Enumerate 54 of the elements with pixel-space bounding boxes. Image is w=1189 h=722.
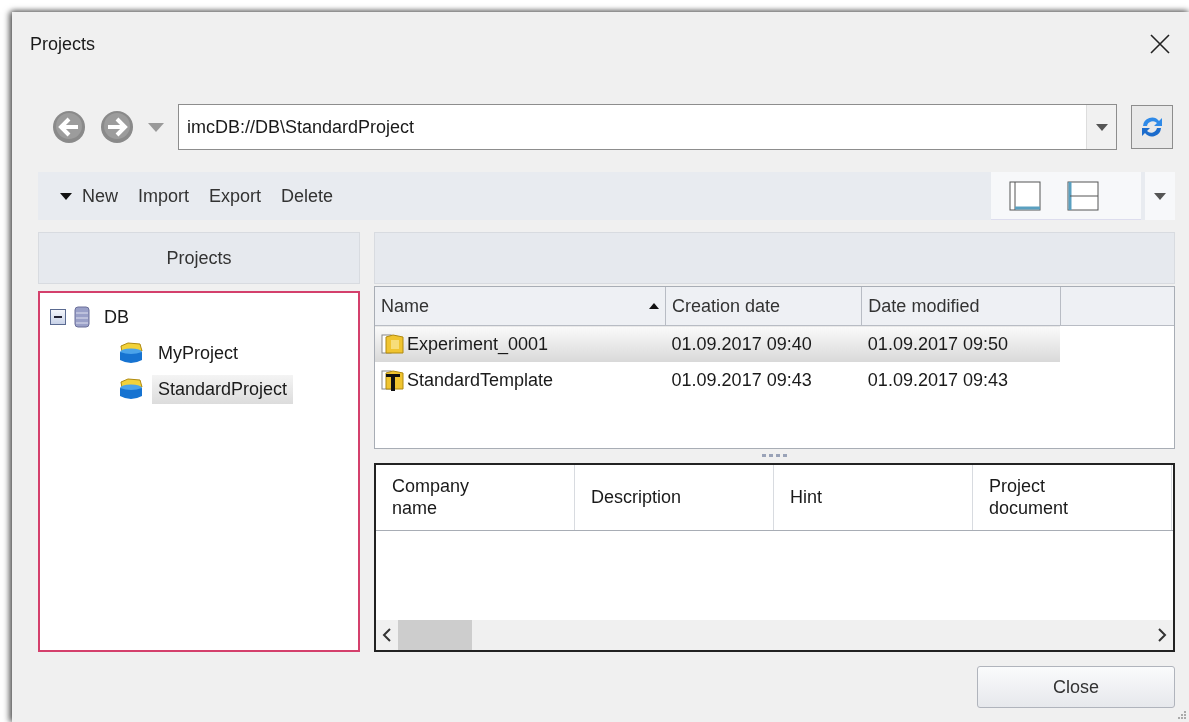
folder-icon xyxy=(118,341,144,365)
forward-icon[interactable] xyxy=(100,110,134,144)
address-field[interactable]: imcDB://DB\StandardProject xyxy=(178,104,1117,150)
expand-toggle[interactable] xyxy=(50,309,66,325)
column-header[interactable]: Date modified xyxy=(861,287,1060,326)
layout-icon xyxy=(1067,180,1099,211)
caret-icon xyxy=(1095,123,1108,131)
column-header[interactable]: Company name xyxy=(376,465,575,530)
toolbar-button[interactable]: Export xyxy=(203,181,268,211)
layout-icon xyxy=(1009,180,1041,211)
refresh-button[interactable] xyxy=(1131,105,1173,149)
toolbar-button[interactable]: Import xyxy=(132,181,196,211)
back-icon[interactable] xyxy=(52,110,86,144)
table-cell: Experiment_0001 xyxy=(407,333,549,355)
resize-grip-icon[interactable] xyxy=(1177,710,1187,720)
chevron-left-icon xyxy=(382,628,392,642)
column-header[interactable]: Description xyxy=(575,465,774,530)
layout-button[interactable] xyxy=(1009,180,1041,211)
column-header[interactable]: Hint xyxy=(774,465,973,530)
layout-button[interactable] xyxy=(1067,180,1099,211)
dropdown-button[interactable] xyxy=(1086,105,1116,149)
table-cell: StandardTemplate xyxy=(407,369,554,391)
chevron-right-icon xyxy=(1157,628,1167,642)
caret-icon xyxy=(1154,192,1166,200)
window-title: Projects xyxy=(30,33,96,55)
table-cell: 01.09.2017 09:43 xyxy=(867,369,1008,390)
column-header[interactable]: Name xyxy=(375,287,666,326)
scroll-left-button[interactable] xyxy=(382,628,392,642)
splitter-grip-icon[interactable] xyxy=(761,454,788,458)
address-text: imcDB://DB\StandardProject xyxy=(186,116,416,138)
table-cell: 01.09.2017 09:50 xyxy=(867,333,1008,354)
tree-item[interactable]: StandardProject xyxy=(152,374,294,404)
tree-item[interactable]: MyProject xyxy=(152,338,244,368)
column-header[interactable]: Creation date xyxy=(665,287,862,326)
template-icon xyxy=(381,368,405,392)
toolbar-button[interactable]: New xyxy=(54,181,124,211)
panel-header: Projects xyxy=(38,232,360,284)
folder-icon xyxy=(381,332,405,356)
file-row[interactable]: StandardTemplate 01.09.2017 09:43 01.09.2017 09:43 xyxy=(375,362,1174,398)
caret-icon[interactable] xyxy=(148,122,164,132)
column-header[interactable]: Project document xyxy=(973,465,1172,530)
database-icon xyxy=(74,305,90,329)
folder-icon xyxy=(118,377,144,401)
menu-button[interactable] xyxy=(1145,172,1175,220)
table-cell: 01.09.2017 09:40 xyxy=(671,333,812,354)
caret-icon xyxy=(60,192,72,200)
close-icon xyxy=(1149,33,1171,55)
tree-item[interactable]: DB xyxy=(98,302,135,332)
scroll-right-button[interactable] xyxy=(1157,628,1167,642)
close-button[interactable]: Close xyxy=(977,666,1175,708)
toolbar-button[interactable]: Delete xyxy=(275,181,340,211)
table-cell: 01.09.2017 09:43 xyxy=(671,369,812,390)
scrollbar-thumb[interactable] xyxy=(398,620,472,650)
file-row[interactable]: Experiment_0001 01.09.2017 09:40 01.09.2017 09:50 xyxy=(375,325,1174,362)
